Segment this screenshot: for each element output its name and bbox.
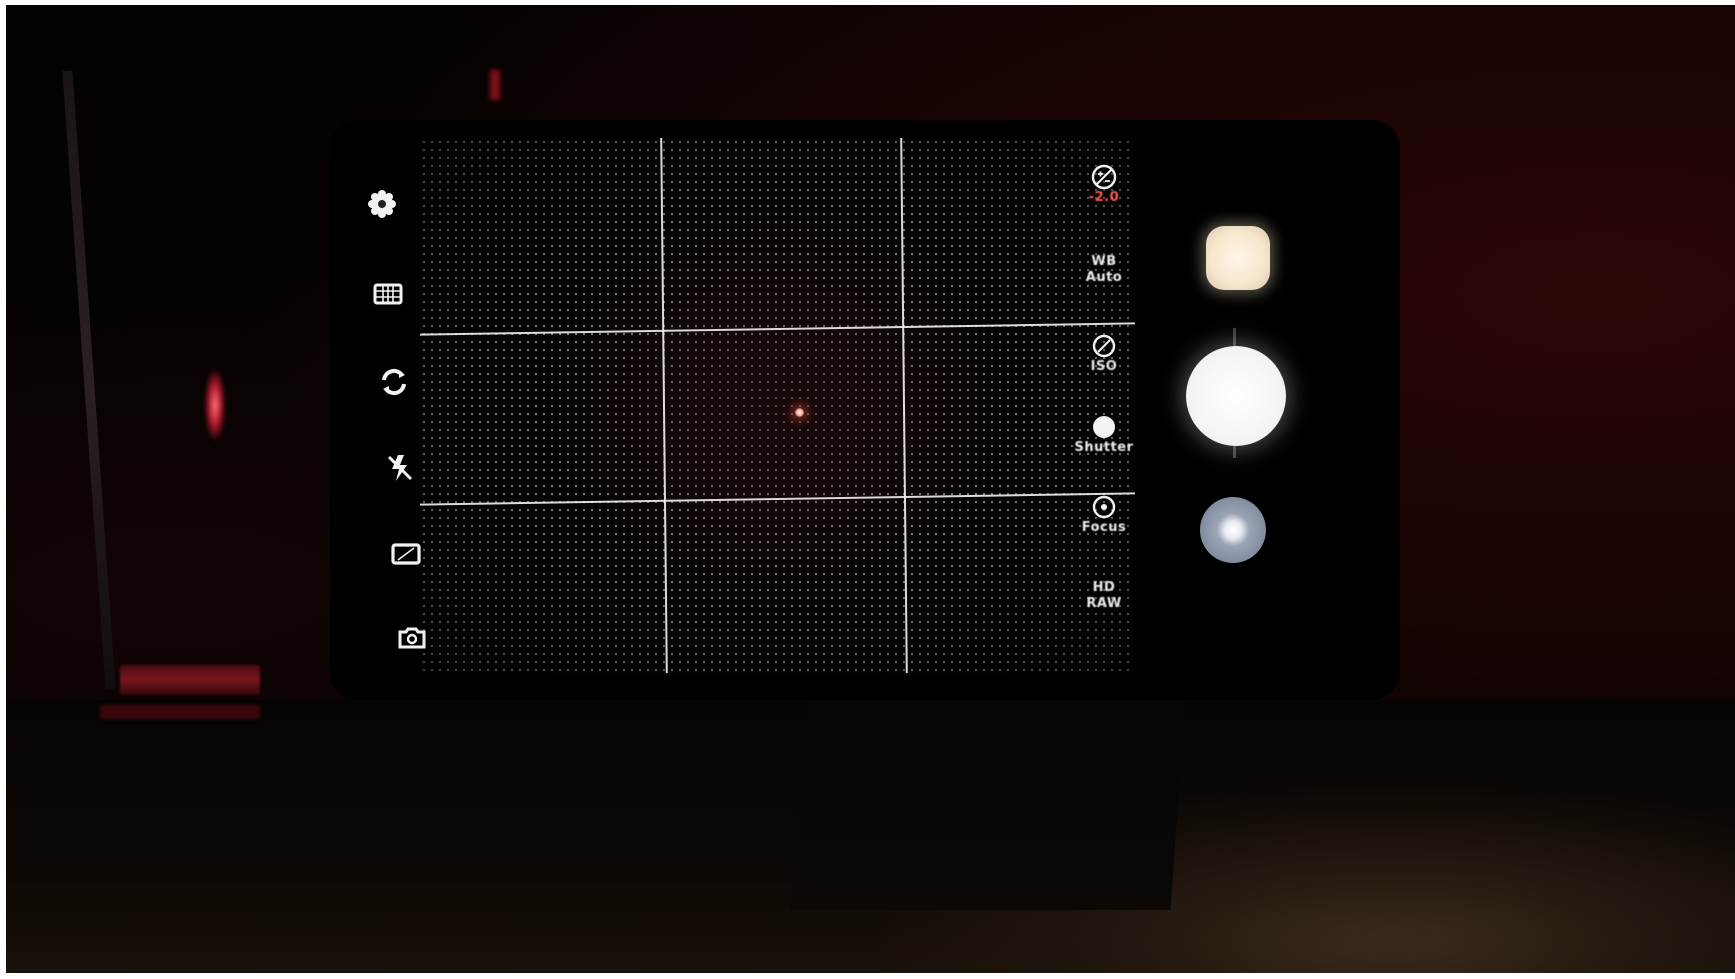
mode-button[interactable] bbox=[392, 618, 432, 658]
format-label: HD bbox=[1092, 580, 1116, 595]
background-red-light bbox=[205, 370, 225, 440]
viewfinder-vignette bbox=[420, 138, 1135, 673]
image-border-left bbox=[0, 0, 6, 979]
shutter-speed-icon bbox=[1091, 414, 1117, 440]
iso-label: ISO bbox=[1090, 359, 1118, 374]
white-balance-control[interactable]: WB Auto bbox=[1069, 254, 1139, 286]
iso-icon bbox=[1091, 333, 1117, 359]
focus-point bbox=[795, 408, 804, 417]
shutter-button[interactable] bbox=[1186, 346, 1286, 446]
white-balance-value: Auto bbox=[1085, 270, 1123, 285]
flash-off-icon bbox=[387, 455, 413, 481]
shutter-speed-control[interactable]: Shutter bbox=[1069, 414, 1139, 456]
image-border-bottom bbox=[0, 973, 1735, 979]
focus-label: Focus bbox=[1081, 520, 1127, 535]
grid-button[interactable] bbox=[368, 274, 408, 314]
video-record-button[interactable] bbox=[1200, 497, 1266, 563]
settings-button[interactable] bbox=[362, 184, 402, 224]
flash-button[interactable] bbox=[380, 448, 420, 488]
format-value: RAW bbox=[1086, 596, 1122, 611]
background-frame bbox=[62, 70, 116, 690]
gallery-thumbnail[interactable] bbox=[1206, 226, 1270, 290]
iso-control[interactable]: ISO bbox=[1069, 333, 1139, 375]
background-red-bar-lower bbox=[100, 705, 260, 719]
format-control[interactable]: HD RAW bbox=[1069, 580, 1139, 612]
settings-icon bbox=[368, 190, 396, 218]
exposure-value: -2.0 bbox=[1088, 190, 1120, 205]
background-red-bar bbox=[120, 665, 260, 695]
grid-icon bbox=[373, 283, 403, 305]
shutter-speed-label: Shutter bbox=[1074, 440, 1134, 455]
aspect-ratio-icon bbox=[391, 543, 421, 565]
focus-control[interactable]: Focus bbox=[1069, 494, 1139, 536]
image-border-top bbox=[0, 0, 1735, 5]
exposure-control[interactable]: -2.0 bbox=[1069, 164, 1139, 206]
aspect-ratio-button[interactable] bbox=[386, 534, 426, 574]
white-balance-label: WB bbox=[1091, 254, 1117, 269]
background-red-dot bbox=[490, 70, 500, 100]
photo-scene: -2.0 WB Auto ISO Shutter Focus HD RAW bbox=[0, 0, 1735, 979]
camera-viewfinder[interactable] bbox=[420, 138, 1135, 673]
switch-camera-icon bbox=[382, 368, 406, 396]
switch-camera-button[interactable] bbox=[374, 362, 414, 402]
mode-camera-icon bbox=[398, 627, 426, 649]
exposure-icon bbox=[1091, 164, 1117, 190]
focus-icon bbox=[1091, 494, 1117, 520]
